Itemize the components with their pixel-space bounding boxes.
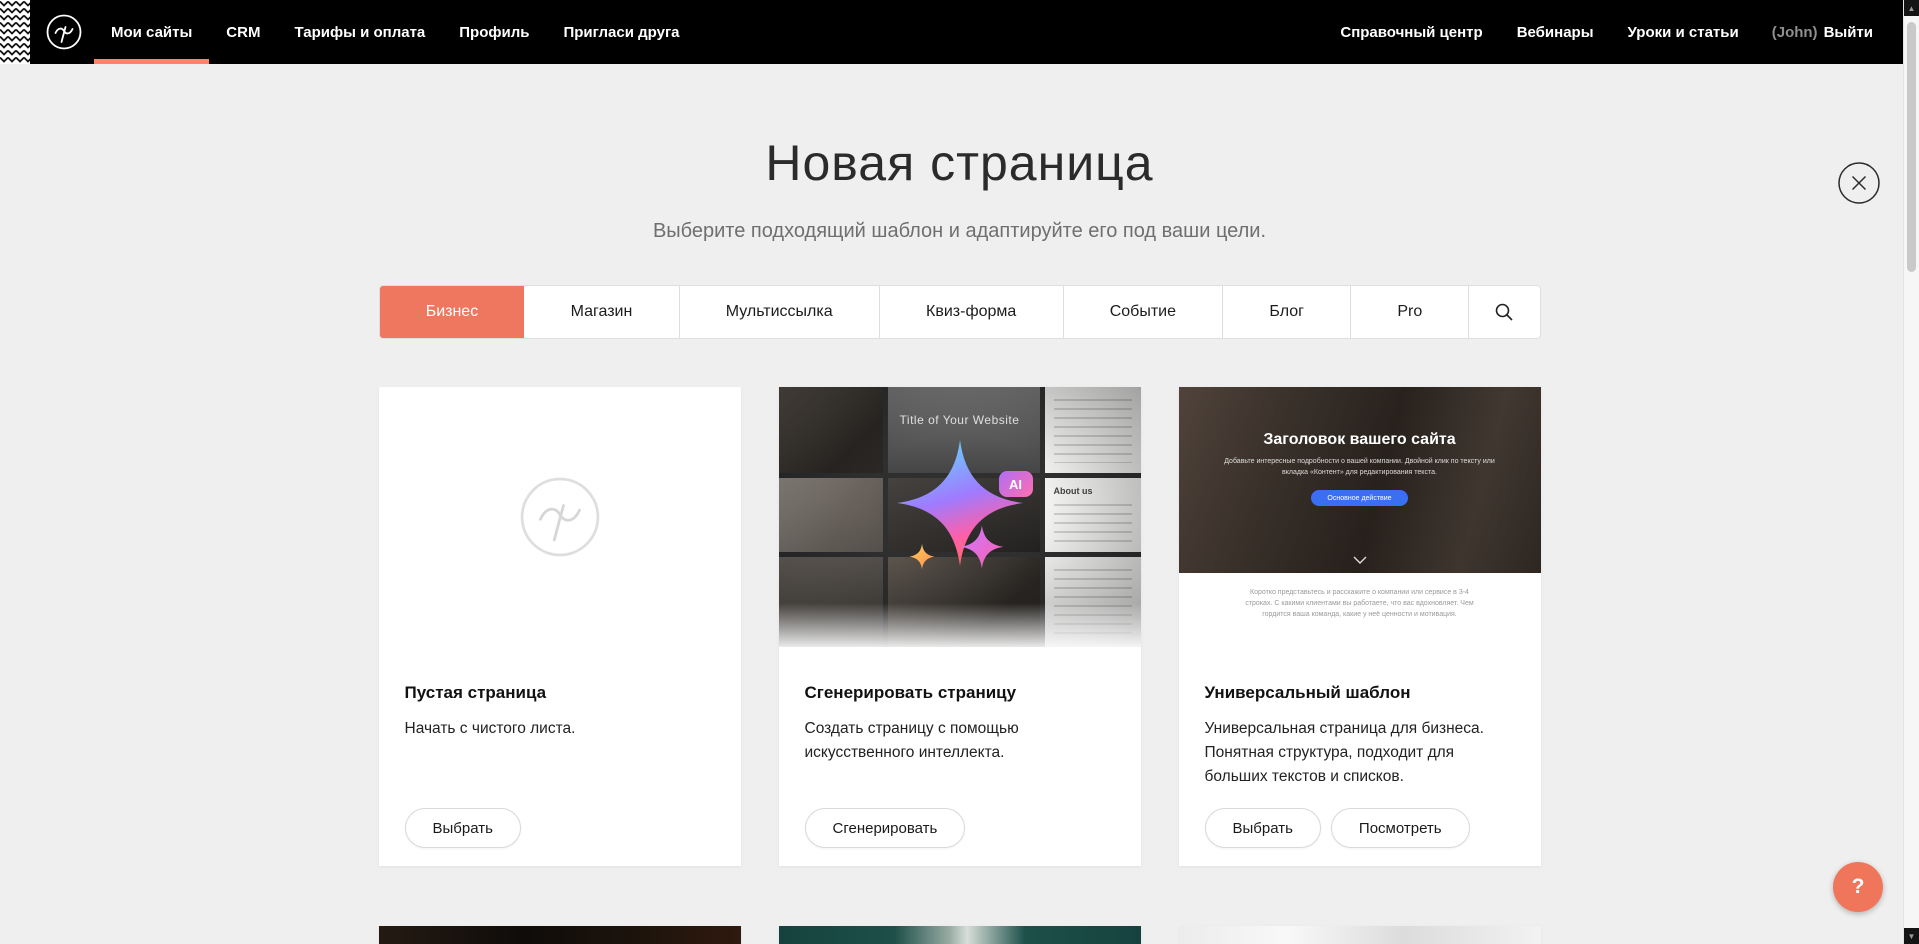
card-universal-template: Заголовок вашего сайта Добавьте интересн… bbox=[1179, 387, 1541, 866]
search-icon bbox=[1494, 302, 1514, 322]
card-description: Создать страницу с помощью искусственног… bbox=[805, 717, 1115, 765]
choose-template-button[interactable]: Выбрать bbox=[1205, 808, 1321, 848]
close-icon bbox=[1837, 161, 1881, 205]
template-card-partial[interactable] bbox=[1179, 926, 1541, 944]
tilda-logo[interactable] bbox=[44, 0, 84, 64]
help-button[interactable]: ? bbox=[1833, 862, 1883, 912]
topbar-secondary-nav: Справочный центр Вебинары Уроки и статьи… bbox=[1323, 0, 1919, 64]
tab-store[interactable]: Магазин bbox=[524, 286, 679, 338]
close-button[interactable] bbox=[1837, 161, 1881, 205]
tab-business[interactable]: Бизнес bbox=[380, 286, 525, 338]
template-preview-image: Заголовок вашего сайта Добавьте интересн… bbox=[1179, 387, 1541, 647]
nav-profile[interactable]: Профиль bbox=[442, 0, 546, 64]
ai-preview-image: About us Title of Your Website bbox=[779, 387, 1141, 647]
nav-invite-friend[interactable]: Пригласи друга bbox=[546, 0, 696, 64]
user-name: (John) bbox=[1772, 24, 1818, 41]
page-title: Новая страница bbox=[0, 138, 1919, 188]
nav-my-sites[interactable]: Мои сайты bbox=[94, 0, 209, 64]
ai-badge: AI bbox=[999, 471, 1033, 497]
card-blank-page: Пустая страница Начать с чистого листа. … bbox=[379, 387, 741, 866]
blank-page-preview bbox=[379, 387, 741, 647]
template-body-text: Коротко представьтесь и расскажите о ком… bbox=[1244, 587, 1476, 647]
tab-blog[interactable]: Блог bbox=[1223, 286, 1351, 338]
scroll-down-icon[interactable]: ▼ bbox=[1904, 928, 1919, 944]
choose-blank-button[interactable]: Выбрать bbox=[405, 808, 521, 848]
new-page-modal: Новая страница Выберите подходящий шабло… bbox=[0, 64, 1919, 944]
card-description: Начать с чистого листа. bbox=[405, 717, 715, 741]
page-subtitle: Выберите подходящий шаблон и адаптируйте… bbox=[0, 220, 1919, 243]
tilda-watermark-icon bbox=[514, 471, 606, 563]
scrollbar-thumb[interactable] bbox=[1907, 22, 1916, 272]
tab-event[interactable]: Событие bbox=[1064, 286, 1224, 338]
card-ai-generate: About us Title of Your Website bbox=[779, 387, 1141, 866]
template-card-partial[interactable] bbox=[779, 926, 1141, 944]
nav-help-center[interactable]: Справочный центр bbox=[1323, 0, 1499, 64]
template-card-partial[interactable] bbox=[379, 926, 741, 944]
template-hero-heading: Заголовок вашего сайта bbox=[1263, 431, 1455, 449]
tab-pro[interactable]: Pro bbox=[1351, 286, 1469, 338]
scroll-up-icon[interactable]: ▲ bbox=[1904, 0, 1919, 16]
template-hero-button: Основное действие bbox=[1311, 490, 1407, 506]
nav-webinars[interactable]: Вебинары bbox=[1500, 0, 1611, 64]
tilda-logo-icon bbox=[44, 12, 84, 52]
collage-tile-label: About us bbox=[1054, 486, 1093, 496]
collage-site-title: Title of Your Website bbox=[779, 413, 1141, 427]
chevron-down-icon bbox=[1352, 555, 1368, 565]
tab-search[interactable] bbox=[1469, 286, 1539, 338]
view-template-button[interactable]: Посмотреть bbox=[1331, 808, 1470, 848]
tab-quiz-form[interactable]: Квиз-форма bbox=[880, 286, 1064, 338]
card-title: Сгенерировать страницу bbox=[805, 683, 1115, 703]
curtain-zigzag-icon[interactable] bbox=[0, 0, 30, 64]
page-scrollbar[interactable]: ▲ ▼ bbox=[1903, 0, 1919, 944]
template-category-tabs: Бизнес Магазин Мультиссылка Квиз-форма С… bbox=[379, 285, 1541, 339]
topbar: Мои сайты CRM Тарифы и оплата Профиль Пр… bbox=[0, 0, 1919, 64]
card-title: Универсальный шаблон bbox=[1205, 683, 1515, 703]
logout-label: Выйти bbox=[1824, 24, 1873, 41]
ai-sparkle-icon bbox=[875, 430, 1045, 600]
template-hero: Заголовок вашего сайта Добавьте интересн… bbox=[1179, 387, 1541, 573]
template-grid: Пустая страница Начать с чистого листа. … bbox=[379, 387, 1541, 944]
generate-button[interactable]: Сгенерировать bbox=[805, 808, 966, 848]
tab-multilink[interactable]: Мультиссылка bbox=[680, 286, 880, 338]
template-hero-subtext: Добавьте интересные подробности о вашей … bbox=[1218, 457, 1500, 478]
card-title: Пустая страница bbox=[405, 683, 715, 703]
topbar-main-nav: Мои сайты CRM Тарифы и оплата Профиль Пр… bbox=[94, 0, 697, 64]
card-description: Универсальная страница для бизнеса. Поня… bbox=[1205, 717, 1515, 789]
logout-link[interactable]: (John) Выйти bbox=[1756, 0, 1873, 64]
nav-crm[interactable]: CRM bbox=[209, 0, 277, 64]
nav-tariffs[interactable]: Тарифы и оплата bbox=[277, 0, 442, 64]
nav-lessons[interactable]: Уроки и статьи bbox=[1611, 0, 1756, 64]
